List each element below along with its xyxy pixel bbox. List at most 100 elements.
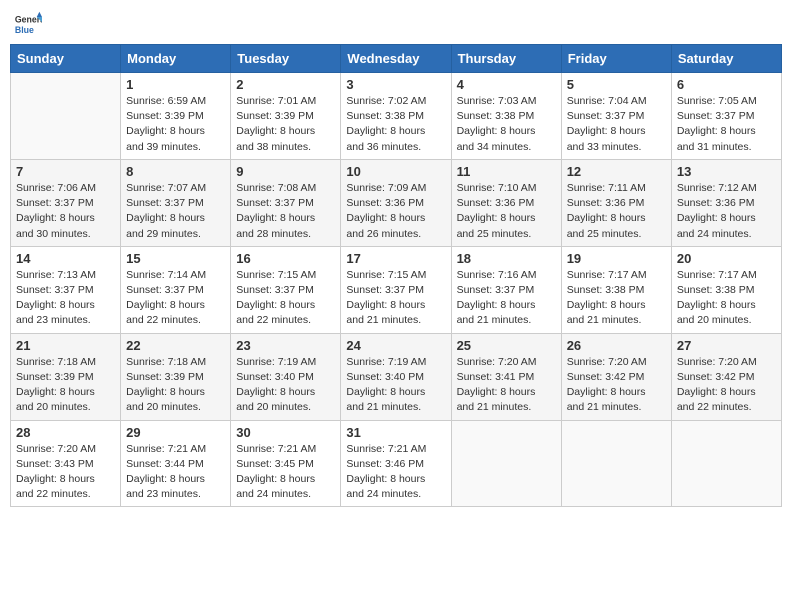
calendar-cell: 18 Sunrise: 7:16 AM Sunset: 3:37 PM Dayli… <box>451 246 561 333</box>
day-number: 3 <box>346 77 445 92</box>
day-info: Sunrise: 7:04 AM Sunset: 3:37 PM Dayligh… <box>567 94 666 155</box>
day-number: 7 <box>16 164 115 179</box>
day-number: 26 <box>567 338 666 353</box>
calendar-cell: 2 Sunrise: 7:01 AM Sunset: 3:39 PM Daylig… <box>231 73 341 160</box>
calendar-cell: 6 Sunrise: 7:05 AM Sunset: 3:37 PM Daylig… <box>671 73 781 160</box>
day-info: Sunrise: 7:03 AM Sunset: 3:38 PM Dayligh… <box>457 94 556 155</box>
calendar-cell: 5 Sunrise: 7:04 AM Sunset: 3:37 PM Daylig… <box>561 73 671 160</box>
calendar-week-4: 21 Sunrise: 7:18 AM Sunset: 3:39 PM Dayli… <box>11 333 782 420</box>
day-header-thursday: Thursday <box>451 45 561 73</box>
calendar-cell: 9 Sunrise: 7:08 AM Sunset: 3:37 PM Daylig… <box>231 159 341 246</box>
day-info: Sunrise: 7:17 AM Sunset: 3:38 PM Dayligh… <box>567 268 666 329</box>
day-number: 15 <box>126 251 225 266</box>
day-number: 23 <box>236 338 335 353</box>
day-number: 14 <box>16 251 115 266</box>
day-info: Sunrise: 7:21 AM Sunset: 3:44 PM Dayligh… <box>126 442 225 503</box>
day-info: Sunrise: 6:59 AM Sunset: 3:39 PM Dayligh… <box>126 94 225 155</box>
day-number: 17 <box>346 251 445 266</box>
day-number: 8 <box>126 164 225 179</box>
page-header: General Blue <box>10 10 782 38</box>
day-info: Sunrise: 7:21 AM Sunset: 3:46 PM Dayligh… <box>346 442 445 503</box>
day-number: 11 <box>457 164 556 179</box>
day-info: Sunrise: 7:10 AM Sunset: 3:36 PM Dayligh… <box>457 181 556 242</box>
calendar-week-2: 7 Sunrise: 7:06 AM Sunset: 3:37 PM Daylig… <box>11 159 782 246</box>
day-number: 1 <box>126 77 225 92</box>
day-header-saturday: Saturday <box>671 45 781 73</box>
day-info: Sunrise: 7:16 AM Sunset: 3:37 PM Dayligh… <box>457 268 556 329</box>
calendar-cell: 14Sunrise: 7:13 AM Sunset: 3:37 PM Dayli… <box>11 246 121 333</box>
day-info: Sunrise: 7:11 AM Sunset: 3:36 PM Dayligh… <box>567 181 666 242</box>
day-number: 16 <box>236 251 335 266</box>
calendar-cell: 1 Sunrise: 6:59 AM Sunset: 3:39 PM Daylig… <box>121 73 231 160</box>
calendar-cell: 15 Sunrise: 7:14 AM Sunset: 3:37 PM Dayli… <box>121 246 231 333</box>
logo: General Blue <box>14 10 46 38</box>
calendar-cell: 28 Sunrise: 7:20 AM Sunset: 3:43 PM Dayli… <box>11 420 121 507</box>
day-info: Sunrise: 7:01 AM Sunset: 3:39 PM Dayligh… <box>236 94 335 155</box>
calendar-cell: 27 Sunrise: 7:20 AM Sunset: 3:42 PM Dayli… <box>671 333 781 420</box>
calendar-cell: 31 Sunrise: 7:21 AM Sunset: 3:46 PM Dayli… <box>341 420 451 507</box>
calendar-cell <box>671 420 781 507</box>
day-number: 13 <box>677 164 776 179</box>
day-number: 5 <box>567 77 666 92</box>
calendar-cell: 20 Sunrise: 7:17 AM Sunset: 3:38 PM Dayli… <box>671 246 781 333</box>
calendar-cell: 3 Sunrise: 7:02 AM Sunset: 3:38 PM Daylig… <box>341 73 451 160</box>
day-info: Sunrise: 7:02 AM Sunset: 3:38 PM Dayligh… <box>346 94 445 155</box>
day-info: Sunrise: 7:20 AM Sunset: 3:41 PM Dayligh… <box>457 355 556 416</box>
day-info: Sunrise: 7:15 AM Sunset: 3:37 PM Dayligh… <box>236 268 335 329</box>
day-number: 30 <box>236 425 335 440</box>
day-number: 6 <box>677 77 776 92</box>
calendar-table: SundayMondayTuesdayWednesdayThursdayFrid… <box>10 44 782 507</box>
day-number: 28 <box>16 425 115 440</box>
day-number: 18 <box>457 251 556 266</box>
day-number: 25 <box>457 338 556 353</box>
day-info: Sunrise: 7:07 AM Sunset: 3:37 PM Dayligh… <box>126 181 225 242</box>
day-number: 2 <box>236 77 335 92</box>
day-info: Sunrise: 7:06 AM Sunset: 3:37 PM Dayligh… <box>16 181 115 242</box>
day-info: Sunrise: 7:09 AM Sunset: 3:36 PM Dayligh… <box>346 181 445 242</box>
calendar-cell: 19 Sunrise: 7:17 AM Sunset: 3:38 PM Dayli… <box>561 246 671 333</box>
day-info: Sunrise: 7:15 AM Sunset: 3:37 PM Dayligh… <box>346 268 445 329</box>
day-number: 21 <box>16 338 115 353</box>
day-info: Sunrise: 7:21 AM Sunset: 3:45 PM Dayligh… <box>236 442 335 503</box>
calendar-cell: 7 Sunrise: 7:06 AM Sunset: 3:37 PM Daylig… <box>11 159 121 246</box>
calendar-week-3: 14Sunrise: 7:13 AM Sunset: 3:37 PM Dayli… <box>11 246 782 333</box>
day-number: 29 <box>126 425 225 440</box>
day-number: 19 <box>567 251 666 266</box>
calendar-cell: 26Sunrise: 7:20 AM Sunset: 3:42 PM Dayli… <box>561 333 671 420</box>
day-number: 24 <box>346 338 445 353</box>
day-info: Sunrise: 7:08 AM Sunset: 3:37 PM Dayligh… <box>236 181 335 242</box>
calendar-week-5: 28 Sunrise: 7:20 AM Sunset: 3:43 PM Dayli… <box>11 420 782 507</box>
day-number: 12 <box>567 164 666 179</box>
calendar-cell: 22Sunrise: 7:18 AM Sunset: 3:39 PM Dayli… <box>121 333 231 420</box>
calendar-cell: 13Sunrise: 7:12 AM Sunset: 3:36 PM Dayli… <box>671 159 781 246</box>
calendar-cell: 12 Sunrise: 7:11 AM Sunset: 3:36 PM Dayli… <box>561 159 671 246</box>
calendar-cell: 4 Sunrise: 7:03 AM Sunset: 3:38 PM Daylig… <box>451 73 561 160</box>
svg-text:Blue: Blue <box>15 25 34 35</box>
day-info: Sunrise: 7:05 AM Sunset: 3:37 PM Dayligh… <box>677 94 776 155</box>
calendar-cell: 17 Sunrise: 7:15 AM Sunset: 3:37 PM Dayli… <box>341 246 451 333</box>
calendar-cell: 21 Sunrise: 7:18 AM Sunset: 3:39 PM Dayli… <box>11 333 121 420</box>
day-info: Sunrise: 7:17 AM Sunset: 3:38 PM Dayligh… <box>677 268 776 329</box>
calendar-cell: 8 Sunrise: 7:07 AM Sunset: 3:37 PM Daylig… <box>121 159 231 246</box>
calendar-cell: 29 Sunrise: 7:21 AM Sunset: 3:44 PM Dayli… <box>121 420 231 507</box>
day-header-friday: Friday <box>561 45 671 73</box>
day-number: 20 <box>677 251 776 266</box>
calendar-cell: 10Sunrise: 7:09 AM Sunset: 3:36 PM Dayli… <box>341 159 451 246</box>
day-info: Sunrise: 7:18 AM Sunset: 3:39 PM Dayligh… <box>16 355 115 416</box>
day-info: Sunrise: 7:18 AM Sunset: 3:39 PM Dayligh… <box>126 355 225 416</box>
day-info: Sunrise: 7:19 AM Sunset: 3:40 PM Dayligh… <box>236 355 335 416</box>
calendar-cell: 24Sunrise: 7:19 AM Sunset: 3:40 PM Dayli… <box>341 333 451 420</box>
calendar-cell: 25 Sunrise: 7:20 AM Sunset: 3:41 PM Dayli… <box>451 333 561 420</box>
day-info: Sunrise: 7:20 AM Sunset: 3:42 PM Dayligh… <box>677 355 776 416</box>
day-header-tuesday: Tuesday <box>231 45 341 73</box>
day-number: 4 <box>457 77 556 92</box>
day-header-monday: Monday <box>121 45 231 73</box>
day-number: 9 <box>236 164 335 179</box>
calendar-cell: 23 Sunrise: 7:19 AM Sunset: 3:40 PM Dayli… <box>231 333 341 420</box>
day-info: Sunrise: 7:20 AM Sunset: 3:43 PM Dayligh… <box>16 442 115 503</box>
day-number: 27 <box>677 338 776 353</box>
calendar-cell <box>561 420 671 507</box>
day-info: Sunrise: 7:14 AM Sunset: 3:37 PM Dayligh… <box>126 268 225 329</box>
calendar-cell <box>451 420 561 507</box>
day-number: 31 <box>346 425 445 440</box>
